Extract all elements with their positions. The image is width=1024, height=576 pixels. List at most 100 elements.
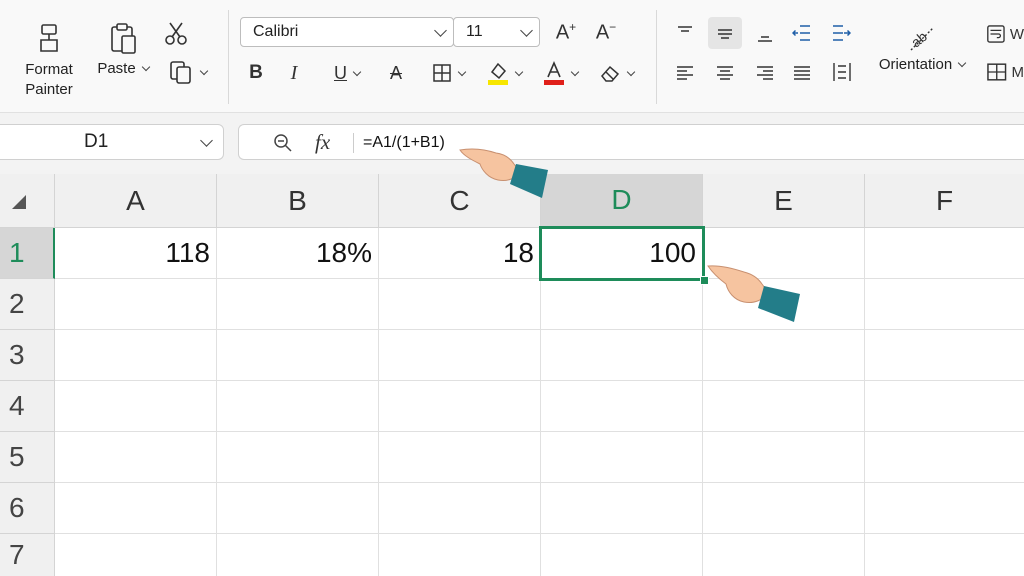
font-name-select[interactable]: Calibri [240, 17, 454, 47]
chevron-down-icon [520, 24, 533, 37]
formula-text[interactable]: =A1/(1+B1) [363, 134, 445, 152]
strikethrough-button[interactable]: A [384, 60, 408, 86]
decrease-font-size-button[interactable]: A− [593, 19, 619, 45]
increase-indent-button[interactable] [830, 20, 852, 46]
formula-input[interactable]: fx =A1/(1+B1) [238, 124, 1024, 160]
paste-label: Paste [97, 60, 150, 77]
fill-bucket-icon [487, 62, 508, 85]
strikethrough-icon: A [389, 62, 402, 83]
spreadsheet-grid: A B C D E F 1 2 3 4 5 6 7 118 18% 18 100 [0, 174, 1024, 576]
justify-button[interactable] [791, 60, 813, 86]
row-header-2[interactable]: 2 [0, 279, 55, 330]
italic-button[interactable]: I [283, 60, 305, 86]
column-header-a[interactable]: A [55, 174, 217, 228]
underline-icon: U [334, 62, 347, 83]
column-header-e[interactable]: E [703, 174, 865, 228]
align-top-button[interactable] [674, 20, 696, 46]
italic-icon: I [290, 61, 298, 84]
font-name-value: Calibri [253, 23, 299, 40]
cell-f1[interactable] [865, 228, 1024, 279]
decrease-indent-icon [792, 25, 810, 41]
copy-dropdown-chevron-icon[interactable] [199, 66, 208, 75]
row-header-6[interactable]: 6 [0, 483, 55, 534]
row-header-7[interactable]: 7 [0, 534, 55, 576]
align-right-button[interactable] [754, 60, 776, 86]
fill-color-button[interactable] [482, 58, 526, 88]
decrease-font-icon: A− [595, 19, 617, 44]
paste-button[interactable]: Paste [94, 22, 152, 77]
font-color-button[interactable] [538, 58, 582, 88]
insert-function-icon[interactable]: fx [315, 130, 330, 155]
format-painter-button[interactable]: Format Painter [18, 22, 80, 100]
chevron-down-icon [434, 24, 447, 37]
font-size-select[interactable]: 11 [453, 17, 540, 47]
format-painter-label-line1: Format [25, 61, 73, 78]
align-right-icon [757, 66, 773, 80]
wrap-text-button[interactable]: W [986, 20, 1024, 48]
cut-button[interactable] [162, 20, 190, 48]
zoom-icon[interactable] [273, 133, 293, 153]
copy-button[interactable] [163, 58, 211, 86]
align-top-icon [678, 26, 692, 32]
eraser-icon [600, 65, 619, 82]
ribbon: Format Painter Paste Calibri 11 A+ A− B … [0, 0, 1024, 113]
row-header-4[interactable]: 4 [0, 381, 55, 432]
bold-icon: B [249, 62, 263, 83]
pointing-hand-icon [707, 265, 800, 322]
increase-font-size-button[interactable]: A+ [553, 19, 579, 45]
align-center-icon [717, 66, 733, 80]
cell-b1[interactable]: 18% [217, 228, 379, 279]
copy-icon [169, 61, 191, 84]
pointing-hand-icon [459, 148, 548, 198]
font-size-value: 11 [466, 23, 483, 40]
merge-icon [987, 63, 1007, 81]
scissors-icon [165, 22, 187, 45]
wrap-text-label: W [1009, 25, 1024, 43]
align-bottom-button[interactable] [754, 22, 776, 48]
name-box-value: D1 [84, 131, 109, 152]
column-header-f[interactable]: F [865, 174, 1024, 228]
justify-icon [794, 66, 810, 80]
clear-button[interactable] [594, 60, 638, 86]
select-all-corner[interactable] [0, 174, 55, 228]
active-cell-selection [539, 226, 705, 281]
merge-label: M [1011, 63, 1024, 81]
row-header-5[interactable]: 5 [0, 432, 55, 483]
orientation-label: Orientation [879, 56, 967, 73]
increase-font-icon: A+ [555, 19, 577, 44]
underline-button[interactable]: U [326, 60, 368, 86]
align-left-button[interactable] [674, 60, 696, 86]
chevron-down-icon[interactable] [200, 134, 213, 147]
column-header-d[interactable]: D [541, 174, 703, 228]
distributed-button[interactable] [830, 58, 854, 86]
borders-icon [432, 64, 451, 82]
wrap-text-icon [987, 25, 1005, 43]
orientation-button[interactable]: ab Orientation [872, 22, 972, 73]
row-header-3[interactable]: 3 [0, 330, 55, 381]
align-center-button[interactable] [714, 60, 736, 86]
distributed-icon [833, 63, 851, 81]
formula-separator [353, 133, 354, 153]
align-middle-icon [718, 29, 732, 39]
borders-button[interactable] [426, 60, 470, 86]
format-painter-label-line2: Painter [25, 81, 73, 98]
grid-lines [55, 279, 1024, 576]
cell-a1[interactable]: 118 [55, 228, 217, 279]
column-header-b[interactable]: B [217, 174, 379, 228]
orientation-icon: ab [908, 27, 934, 51]
name-box[interactable]: D1 [0, 124, 224, 160]
format-painter-icon [40, 24, 58, 52]
align-middle-button[interactable] [708, 17, 742, 49]
merge-button[interactable]: M [986, 58, 1024, 86]
decrease-indent-button[interactable] [791, 20, 813, 46]
align-left-icon [677, 66, 693, 80]
ribbon-separator [228, 10, 229, 104]
bold-button[interactable]: B [245, 60, 267, 86]
increase-indent-icon [833, 25, 851, 41]
row-header-1[interactable]: 1 [0, 228, 55, 279]
select-all-triangle-icon [12, 195, 26, 209]
font-color-icon [543, 60, 564, 85]
align-bottom-icon [758, 36, 772, 42]
cell-c1[interactable]: 18 [379, 228, 541, 279]
paste-icon [111, 23, 136, 54]
